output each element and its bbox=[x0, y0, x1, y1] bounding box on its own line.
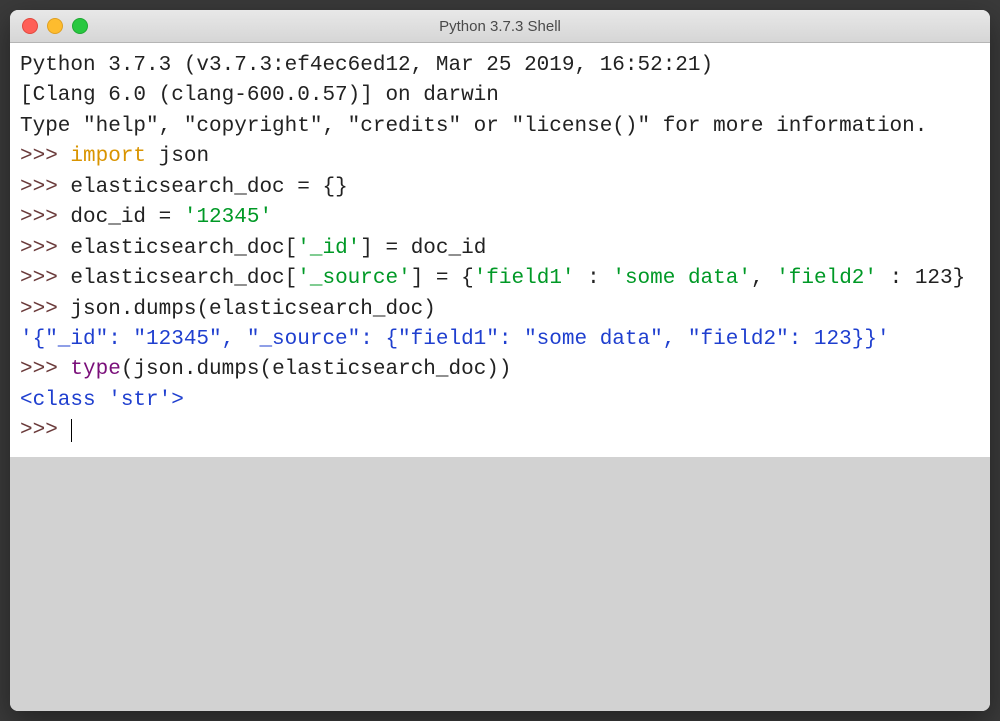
prompt: >>> bbox=[20, 298, 70, 321]
code-part: , bbox=[751, 267, 776, 290]
code-part: elasticsearch_doc[ bbox=[70, 267, 297, 290]
prompt: >>> bbox=[20, 267, 70, 290]
idle-window: Python 3.7.3 Shell Python 3.7.3 (v3.7.3:… bbox=[10, 10, 990, 711]
string-literal: 'field2' bbox=[776, 267, 877, 290]
code-part: doc_id = bbox=[70, 206, 183, 229]
code-part: ] = doc_id bbox=[360, 237, 486, 260]
output-line: <class 'str'> bbox=[20, 389, 184, 412]
traffic-lights bbox=[22, 18, 88, 34]
code-line: elasticsearch_doc = {} bbox=[70, 176, 347, 199]
banner-line-3a: Type "help", "copyright", "credits" or "… bbox=[20, 115, 776, 138]
code-part: (json.dumps(elasticsearch_doc)) bbox=[121, 358, 512, 381]
minimize-icon[interactable] bbox=[47, 18, 63, 34]
prompt: >>> bbox=[20, 206, 70, 229]
window-title: Python 3.7.3 Shell bbox=[439, 18, 561, 35]
close-icon[interactable] bbox=[22, 18, 38, 34]
code-part: : 123} bbox=[877, 267, 965, 290]
string-literal: 'field1' bbox=[474, 267, 575, 290]
banner-line-3b: information. bbox=[776, 115, 927, 138]
zoom-icon[interactable] bbox=[72, 18, 88, 34]
string-literal: 'some data' bbox=[612, 267, 751, 290]
code-part: elasticsearch_doc[ bbox=[70, 237, 297, 260]
import-keyword: import bbox=[70, 145, 146, 168]
prompt: >>> bbox=[20, 237, 70, 260]
banner-line-1: Python 3.7.3 (v3.7.3:ef4ec6ed12, Mar 25 … bbox=[20, 54, 726, 77]
banner-line-2: [Clang 6.0 (clang-600.0.57)] on darwin bbox=[20, 84, 499, 107]
code-line: json.dumps(elasticsearch_doc) bbox=[70, 298, 435, 321]
prompt: >>> bbox=[20, 176, 70, 199]
prompt: >>> bbox=[20, 419, 70, 442]
string-literal: '_source' bbox=[297, 267, 410, 290]
code-part: : bbox=[575, 267, 613, 290]
titlebar: Python 3.7.3 Shell bbox=[10, 10, 990, 43]
output-line: '{"_id": "12345", "_source": {"field1": … bbox=[20, 328, 890, 351]
prompt: >>> bbox=[20, 358, 70, 381]
text-cursor-icon bbox=[71, 419, 72, 442]
import-rest: json bbox=[146, 145, 209, 168]
string-literal: '12345' bbox=[184, 206, 272, 229]
code-part: ] = { bbox=[411, 267, 474, 290]
shell-content[interactable]: Python 3.7.3 (v3.7.3:ef4ec6ed12, Mar 25 … bbox=[10, 43, 990, 457]
string-literal: '_id' bbox=[297, 237, 360, 260]
builtin-type: type bbox=[70, 358, 120, 381]
prompt: >>> bbox=[20, 145, 70, 168]
window-background bbox=[10, 457, 990, 711]
